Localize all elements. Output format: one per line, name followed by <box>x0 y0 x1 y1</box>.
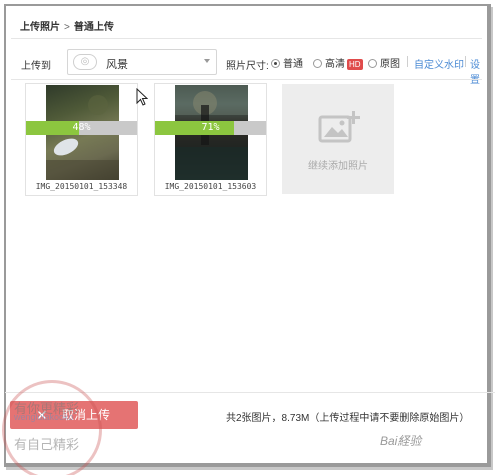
photo-filename: IMG_20150101_153603 <box>164 182 257 191</box>
radio-icon <box>368 59 377 68</box>
upload-status-text: 共2张图片，8.73M（上传过程中请不要删除原始图片） <box>226 413 470 424</box>
add-more-photos-button[interactable]: 继续添加照片 <box>282 84 394 194</box>
divider <box>11 79 482 80</box>
upload-progress-label: 48% <box>72 122 91 133</box>
upload-toolbar: 上传到 ◎ 风景 照片尺寸: 普通 高清 HD 原图 自定义水印 设置 <box>11 46 482 86</box>
size-option-label: 原图 <box>380 59 400 70</box>
custom-watermark-link[interactable]: 自定义水印 <box>414 56 464 71</box>
size-option-label: 普通 <box>283 59 303 70</box>
divider <box>407 56 408 67</box>
size-option-normal[interactable]: 普通 <box>271 55 303 70</box>
cancel-upload-button[interactable]: ✕ 取消上传 <box>10 401 138 429</box>
settings-link[interactable]: 设置 <box>470 56 482 86</box>
breadcrumb-current: 普通上传 <box>73 22 114 33</box>
photo-filename: IMG_20150101_153348 <box>35 182 128 191</box>
upload-dialog: 上传照片 > 普通上传 上传到 ◎ 风景 照片尺寸: 普通 高清 HD 原图 自定义水… <box>4 4 491 467</box>
baidu-jingyan-logo: Bai経验 <box>380 434 422 448</box>
divider <box>465 56 466 67</box>
hd-badge: HD <box>347 59 363 70</box>
close-icon: ✕ <box>36 407 48 423</box>
chevron-down-icon <box>204 59 210 63</box>
photo-card[interactable]: 48% IMG_20150101_153348 <box>25 83 138 196</box>
album-name: 风景 <box>106 59 128 71</box>
add-photo-icon <box>318 111 360 143</box>
radio-icon <box>271 59 280 68</box>
breadcrumb: 上传照片 > 普通上传 <box>20 18 114 33</box>
radio-icon <box>313 59 322 68</box>
eye-icon: ◎ <box>73 54 97 70</box>
photo-card[interactable]: 71% IMG_20150101_153603 <box>154 83 267 196</box>
size-option-hd[interactable]: 高清 HD <box>313 55 363 70</box>
upload-progress-label: 71% <box>201 122 220 133</box>
size-option-label: 高清 <box>325 59 345 70</box>
cancel-upload-label: 取消上传 <box>62 408 111 422</box>
breadcrumb-parent[interactable]: 上传照片 <box>20 22 60 33</box>
add-more-label: 继续添加照片 <box>308 161 368 172</box>
divider <box>5 392 495 393</box>
album-select[interactable]: ◎ 风景 <box>67 49 217 75</box>
upload-to-label: 上传到 <box>21 61 51 72</box>
size-option-original[interactable]: 原图 <box>368 55 400 70</box>
divider <box>11 38 482 39</box>
breadcrumb-separator: > <box>64 22 70 33</box>
mouse-cursor-icon <box>136 88 148 106</box>
photo-size-label: 照片尺寸: <box>226 61 269 72</box>
